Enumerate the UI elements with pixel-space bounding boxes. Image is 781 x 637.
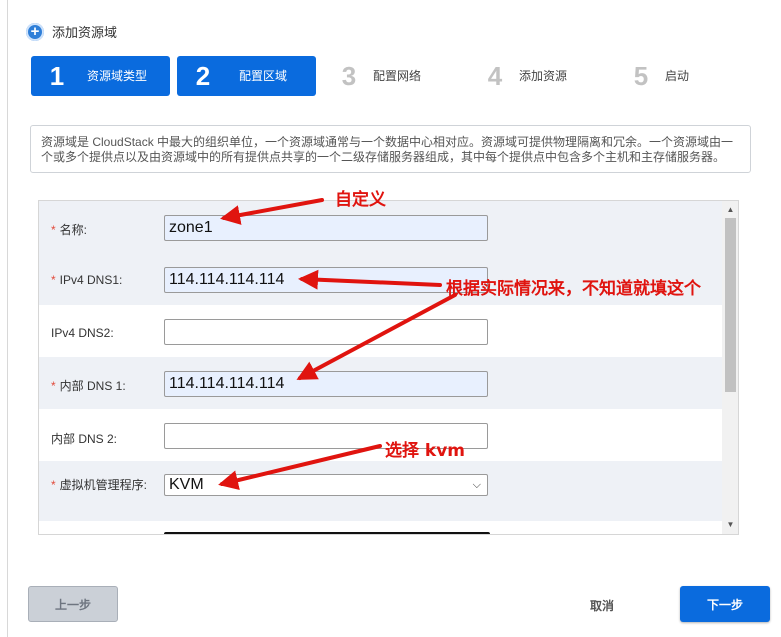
required-mark: * — [51, 478, 56, 492]
name-input[interactable] — [164, 215, 488, 241]
next-field-partial — [164, 532, 490, 534]
left-window-edge — [0, 0, 8, 637]
dialog-title: 添加资源域 — [52, 25, 118, 40]
zone-form: *名称: *IPv4 DNS1: IPv4 DNS2: *内部 DNS 1: 内… — [38, 200, 739, 535]
cancel-button[interactable]: 取消 — [590, 597, 614, 614]
plus-circle-icon: + — [26, 22, 44, 41]
next-button[interactable]: 下一步 — [680, 586, 770, 622]
annotation-dns-hint: 根据实际情况来，不知道就填这个 — [446, 279, 701, 299]
required-mark: * — [51, 273, 56, 287]
step-number: 5 — [633, 60, 649, 91]
step-number: 2 — [195, 60, 211, 91]
internal-dns1-input[interactable] — [164, 371, 488, 397]
previous-button[interactable]: 上一步 — [28, 586, 118, 622]
hypervisor-selected-value: KVM — [169, 476, 204, 493]
form-row-internal-dns1: * 内部 DNS 1: — [39, 357, 722, 409]
wizard-steps: 1 资源域类型 2 配置区域 3 配置网络 4 添加资源 5 启动 — [31, 56, 761, 96]
form-row-internal-dns2: 内部 DNS 2: — [39, 409, 722, 461]
hypervisor-select[interactable]: KVM ⌵ — [164, 474, 488, 496]
step-configure-network: 3 配置网络 — [323, 56, 462, 96]
ipv4-dns2-input[interactable] — [164, 319, 488, 345]
required-mark: * — [51, 223, 56, 237]
step-label: 配置区域 — [238, 69, 287, 83]
dialog-header: + 添加资源域 — [26, 22, 117, 41]
internal-dns2-label: 内部 DNS 2: — [51, 432, 118, 446]
step-number: 4 — [487, 60, 503, 91]
step-zone-type[interactable]: 1 资源域类型 — [31, 56, 170, 96]
step-label: 添加资源 — [519, 69, 568, 83]
step-label: 启动 — [665, 69, 690, 83]
scroll-up-icon[interactable]: ▲ — [722, 203, 738, 217]
step-number: 1 — [49, 60, 65, 91]
internal-dns1-label: * 内部 DNS 1: — [51, 379, 126, 393]
scroll-down-icon[interactable]: ▼ — [722, 518, 738, 532]
annotation-select-kvm: 选择 kvm — [385, 441, 466, 461]
required-mark: * — [51, 379, 56, 393]
step-add-resources: 4 添加资源 — [469, 56, 608, 96]
name-label: * 名称: — [51, 223, 88, 237]
step-configure-zone[interactable]: 2 配置区域 — [177, 56, 316, 96]
hypervisor-label: * 虚拟机管理程序: — [51, 478, 148, 492]
ipv4-dns1-label: * IPv4 DNS1: — [51, 273, 123, 287]
step-label: 资源域类型 — [86, 69, 147, 83]
form-row-ipv4-dns2: IPv4 DNS2: — [39, 305, 722, 357]
scrollbar-thumb[interactable] — [725, 218, 736, 392]
ipv4-dns2-label: IPv4 DNS2: — [51, 326, 114, 340]
annotation-custom: 自定义 — [335, 190, 386, 210]
ipv4-dns1-input[interactable] — [164, 267, 488, 293]
zone-description: 资源域是 CloudStack 中最大的组织单位，一个资源域通常与一个数据中心相… — [30, 125, 751, 173]
form-scrollbar[interactable]: ▲ ▼ — [722, 201, 738, 534]
form-row-hypervisor: * 虚拟机管理程序: KVM ⌵ — [39, 461, 722, 521]
step-label: 配置网络 — [373, 69, 422, 83]
chevron-down-icon: ⌵ — [472, 478, 481, 491]
step-number: 3 — [341, 60, 357, 91]
step-launch: 5 启动 — [615, 56, 754, 96]
